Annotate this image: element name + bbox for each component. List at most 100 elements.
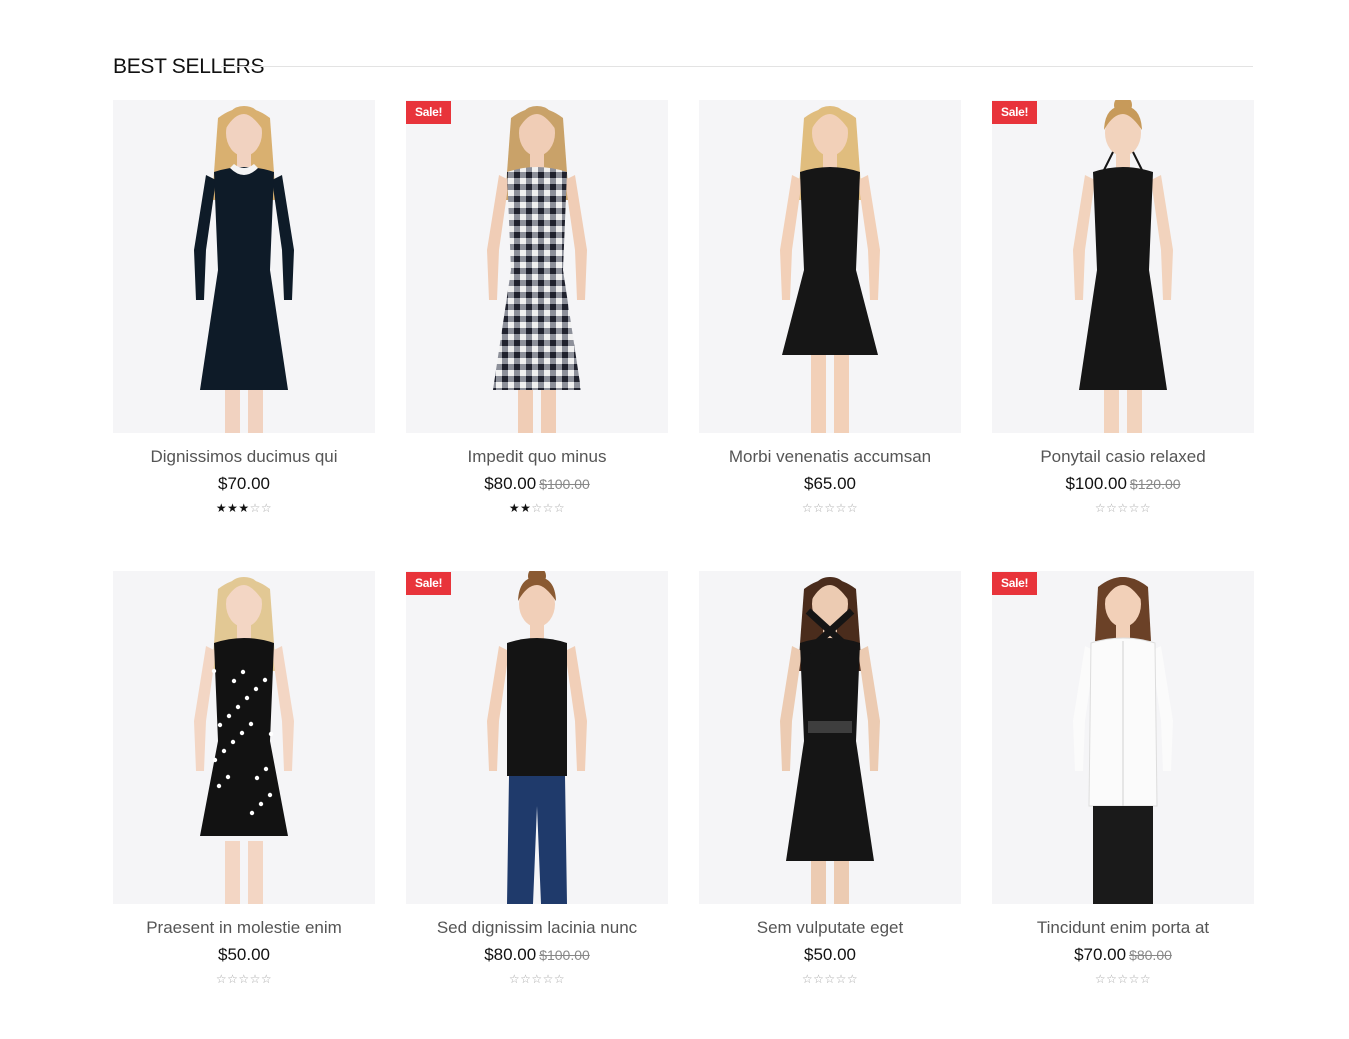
star-icon: ★ — [215, 501, 228, 515]
star-icon: ☆ — [1094, 972, 1107, 986]
star-icon: ☆ — [531, 501, 543, 515]
product-name[interactable]: Praesent in molestie enim — [113, 916, 375, 940]
section-header: BEST SELLERS — [113, 52, 1253, 82]
product-image[interactable] — [406, 100, 668, 433]
star-icon: ☆ — [260, 501, 273, 515]
product-image[interactable] — [992, 100, 1254, 433]
model-photo — [992, 571, 1254, 904]
current-price: $100.00 — [1065, 474, 1127, 493]
product-price: $65.00 — [699, 472, 961, 496]
star-icon: ☆ — [1106, 501, 1118, 515]
current-price: $70.00 — [218, 474, 270, 493]
product-name[interactable]: Impedit quo minus — [406, 445, 668, 469]
star-icon: ☆ — [249, 501, 261, 515]
star-rating: ☆☆☆☆☆ — [113, 971, 375, 987]
star-rating: ☆☆☆☆☆ — [992, 971, 1254, 987]
star-rating: ☆☆☆☆☆ — [699, 971, 961, 987]
star-icon: ☆ — [542, 972, 554, 986]
product-price: $80.00 $100.00 — [406, 472, 668, 496]
star-rating: ★★☆☆☆ — [406, 500, 668, 516]
product-price: $50.00 — [113, 943, 375, 967]
section-divider — [221, 66, 1253, 67]
star-icon: ☆ — [835, 501, 847, 515]
star-icon: ☆ — [1117, 972, 1129, 986]
model-photo — [113, 571, 375, 904]
star-icon: ☆ — [542, 501, 554, 515]
current-price: $80.00 — [484, 945, 537, 964]
star-icon: ☆ — [249, 972, 261, 986]
current-price: $65.00 — [804, 474, 856, 493]
star-icon: ☆ — [824, 972, 836, 986]
product-image[interactable] — [406, 571, 668, 904]
star-icon: ★ — [508, 501, 521, 515]
star-icon: ☆ — [1117, 501, 1129, 515]
product-price: $70.00 — [113, 472, 375, 496]
star-rating: ☆☆☆☆☆ — [406, 971, 668, 987]
product-name[interactable]: Tincidunt enim porta at — [992, 916, 1254, 940]
star-icon: ☆ — [553, 501, 566, 515]
star-rating: ★★★☆☆ — [113, 500, 375, 516]
star-icon: ☆ — [531, 972, 543, 986]
star-icon: ☆ — [801, 501, 814, 515]
star-icon: ☆ — [813, 972, 825, 986]
product-name[interactable]: Morbi venenatis accumsan — [699, 445, 961, 469]
star-icon: ★ — [238, 501, 250, 515]
product-name[interactable]: Ponytail casio relaxed — [992, 445, 1254, 469]
sale-badge: Sale! — [406, 101, 452, 124]
current-price: $50.00 — [218, 945, 270, 964]
model-photo — [113, 100, 375, 433]
model-photo — [699, 571, 961, 904]
product-price: $80.00 $100.00 — [406, 943, 668, 967]
model-photo — [406, 571, 668, 904]
star-icon: ☆ — [846, 972, 859, 986]
product-card[interactable]: Sale! Ponytail casio relaxed $100.00 $120… — [992, 100, 1254, 520]
product-name[interactable]: Sem vulputate eget — [699, 916, 961, 940]
product-card[interactable]: Morbi venenatis accumsan $65.00 ☆☆☆☆☆ — [699, 100, 961, 520]
star-rating: ☆☆☆☆☆ — [992, 500, 1254, 516]
star-icon: ☆ — [801, 972, 814, 986]
product-card[interactable]: Sale! Impedit quo minus $80.00 $100.00 ★★… — [406, 100, 668, 520]
star-icon: ☆ — [846, 501, 859, 515]
product-card[interactable]: Praesent in molestie enim $50.00 ☆☆☆☆☆ — [113, 571, 375, 991]
current-price: $80.00 — [484, 474, 537, 493]
product-card[interactable]: Sale! Sed dignissim lacinia nunc $80.00 $… — [406, 571, 668, 991]
old-price: $120.00 — [1129, 476, 1181, 492]
sale-badge: Sale! — [992, 572, 1038, 595]
star-icon: ☆ — [508, 972, 521, 986]
product-name[interactable]: Dignissimos ducimus qui — [113, 445, 375, 469]
model-photo — [406, 100, 668, 433]
star-rating: ☆☆☆☆☆ — [699, 500, 961, 516]
product-card[interactable]: Sale! Tincidunt enim porta at $70.00 $80.… — [992, 571, 1254, 991]
product-name[interactable]: Sed dignissim lacinia nunc — [406, 916, 668, 940]
section-title: BEST SELLERS — [113, 55, 265, 78]
star-icon: ☆ — [1128, 501, 1140, 515]
star-icon: ☆ — [520, 972, 532, 986]
sale-badge: Sale! — [406, 572, 452, 595]
star-icon: ☆ — [835, 972, 847, 986]
sale-badge: Sale! — [992, 101, 1038, 124]
product-price: $100.00 $120.00 — [992, 472, 1254, 496]
product-price: $70.00 $80.00 — [992, 943, 1254, 967]
product-image[interactable] — [992, 571, 1254, 904]
star-icon: ☆ — [1139, 501, 1152, 515]
star-icon: ☆ — [824, 501, 836, 515]
star-icon: ☆ — [1094, 501, 1107, 515]
product-image[interactable] — [113, 100, 375, 433]
star-icon: ★ — [520, 501, 532, 515]
product-card[interactable]: Dignissimos ducimus qui $70.00 ★★★☆☆ — [113, 100, 375, 520]
current-price: $70.00 — [1074, 945, 1127, 964]
star-icon: ☆ — [1128, 972, 1140, 986]
product-card[interactable]: Sem vulputate eget $50.00 ☆☆☆☆☆ — [699, 571, 961, 991]
product-image[interactable] — [699, 100, 961, 433]
star-icon: ☆ — [1139, 972, 1152, 986]
product-image[interactable] — [699, 571, 961, 904]
old-price: $100.00 — [539, 947, 590, 963]
star-icon: ☆ — [553, 972, 566, 986]
star-icon: ☆ — [238, 972, 250, 986]
old-price: $80.00 — [1129, 947, 1172, 963]
product-image[interactable] — [113, 571, 375, 904]
product-price: $50.00 — [699, 943, 961, 967]
star-icon: ☆ — [260, 972, 273, 986]
star-icon: ☆ — [1106, 972, 1118, 986]
star-icon: ☆ — [227, 972, 239, 986]
